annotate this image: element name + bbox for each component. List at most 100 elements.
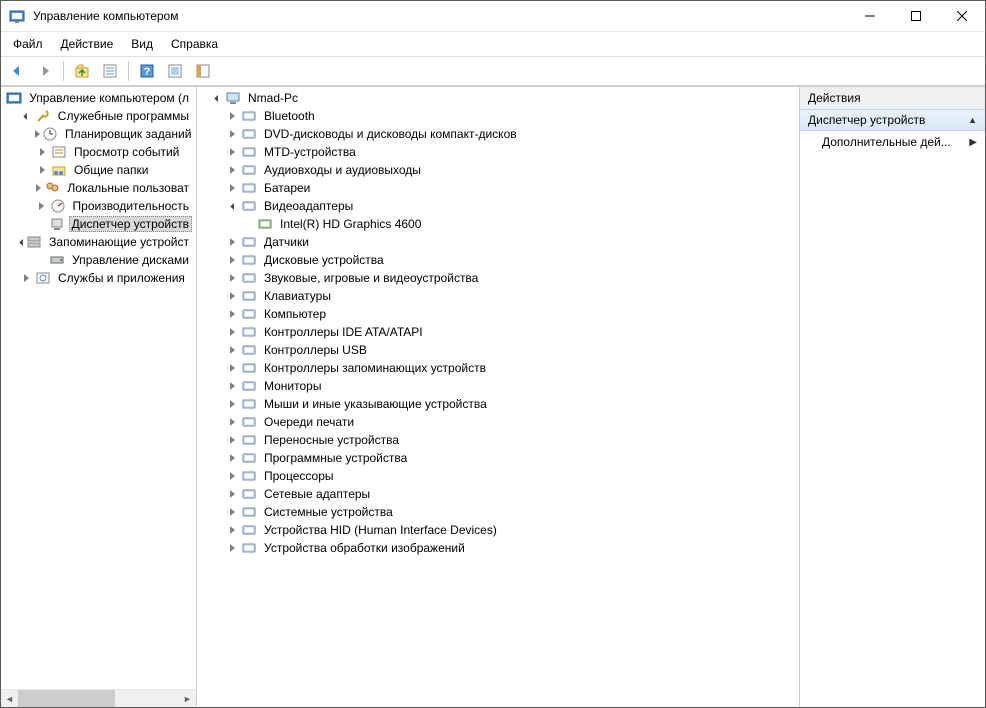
device-category[interactable]: Очереди печати [209, 413, 799, 431]
tree-system-tools[interactable]: Служебные программы [3, 107, 196, 125]
twisty-icon[interactable] [225, 109, 239, 123]
device-category[interactable]: Мониторы [209, 377, 799, 395]
device-category[interactable]: Программные устройства [209, 449, 799, 467]
twisty-icon[interactable] [19, 109, 33, 123]
twisty-icon[interactable] [225, 361, 239, 375]
scroll-right-button[interactable]: ► [179, 690, 196, 707]
device-category[interactable]: Клавиатуры [209, 287, 799, 305]
nav-tree[interactable]: Управление компьютером (л Служебные прог… [1, 87, 196, 689]
tree-services[interactable]: Службы и приложения [3, 269, 196, 287]
device-category[interactable]: MTD-устройства [209, 143, 799, 161]
scrollbar-horizontal[interactable]: ◄ ► [1, 689, 196, 707]
show-hide-button[interactable] [191, 59, 215, 83]
twisty-icon[interactable] [225, 253, 239, 267]
tree-device-manager[interactable]: Диспетчер устройств [3, 215, 196, 233]
twisty-icon[interactable] [225, 487, 239, 501]
twisty-icon[interactable] [225, 415, 239, 429]
scroll-track[interactable] [18, 690, 179, 707]
tree-performance[interactable]: Производительность [3, 197, 196, 215]
twisty-icon[interactable] [225, 469, 239, 483]
forward-button[interactable] [33, 59, 57, 83]
twisty-icon[interactable] [225, 199, 239, 213]
scroll-thumb[interactable] [18, 690, 115, 707]
twisty-icon[interactable] [225, 289, 239, 303]
device-category[interactable]: Звуковые, игровые и видеоустройства [209, 269, 799, 287]
device-item[interactable]: Intel(R) HD Graphics 4600 [209, 215, 799, 233]
twisty-icon[interactable] [225, 325, 239, 339]
tree-shared-folders[interactable]: Общие папки [3, 161, 196, 179]
twisty-icon[interactable] [35, 199, 48, 213]
minimize-button[interactable] [847, 1, 893, 31]
device-category[interactable]: Bluetooth [209, 107, 799, 125]
twisty-icon[interactable] [225, 271, 239, 285]
up-button[interactable] [70, 59, 94, 83]
device-icon [257, 216, 273, 232]
tree-task-scheduler[interactable]: Планировщик заданий [3, 125, 196, 143]
twisty-icon[interactable] [209, 91, 223, 105]
twisty-icon[interactable] [225, 397, 239, 411]
device-label: Мыши и иные указывающие устройства [261, 396, 490, 412]
body: Управление компьютером (л Служебные прог… [1, 86, 985, 707]
tree-root[interactable]: Управление компьютером (л [3, 89, 196, 107]
tree-event-viewer[interactable]: Просмотр событий [3, 143, 196, 161]
tree-disk-mgmt[interactable]: Управление дисками [3, 251, 196, 269]
device-category[interactable]: Системные устройства [209, 503, 799, 521]
twisty-icon[interactable] [225, 127, 239, 141]
device-category[interactable]: Устройства HID (Human Interface Devices) [209, 521, 799, 539]
close-button[interactable] [939, 1, 985, 31]
device-category[interactable]: Устройства обработки изображений [209, 539, 799, 557]
menu-action[interactable]: Действие [53, 35, 122, 53]
actions-more[interactable]: Дополнительные дей... ▶ [800, 131, 985, 153]
menu-help[interactable]: Справка [163, 35, 226, 53]
tree-local-users[interactable]: Локальные пользоват [3, 179, 196, 197]
twisty-icon[interactable] [19, 235, 24, 249]
twisty-icon[interactable] [225, 379, 239, 393]
twisty-icon[interactable] [225, 433, 239, 447]
scroll-left-button[interactable]: ◄ [1, 690, 18, 707]
tree-label: Управление дисками [69, 252, 192, 268]
device-label: Датчики [261, 234, 312, 250]
help-button[interactable]: ? [135, 59, 159, 83]
menu-view[interactable]: Вид [123, 35, 161, 53]
twisty-icon[interactable] [19, 271, 33, 285]
properties-button[interactable] [98, 59, 122, 83]
maximize-button[interactable] [893, 1, 939, 31]
twisty-icon[interactable] [225, 523, 239, 537]
menu-file[interactable]: Файл [5, 35, 51, 53]
twisty-icon[interactable] [35, 127, 40, 141]
device-tree[interactable]: Nmad-PcBluetoothDVD-дисководы и дисковод… [197, 87, 799, 707]
device-category[interactable]: Сетевые адаптеры [209, 485, 799, 503]
refresh-button[interactable] [163, 59, 187, 83]
tree-storage[interactable]: Запоминающие устройст [3, 233, 196, 251]
device-category[interactable]: Видеоадаптеры [209, 197, 799, 215]
device-category[interactable]: Переносные устройства [209, 431, 799, 449]
twisty-icon[interactable] [225, 451, 239, 465]
device-category[interactable]: Дисковые устройства [209, 251, 799, 269]
twisty-icon[interactable] [225, 541, 239, 555]
device-category[interactable]: Контроллеры USB [209, 341, 799, 359]
device-category[interactable]: Аудиовходы и аудиовыходы [209, 161, 799, 179]
device-category[interactable]: Компьютер [209, 305, 799, 323]
device-category[interactable]: Батареи [209, 179, 799, 197]
device-category[interactable]: Контроллеры IDE ATA/ATAPI [209, 323, 799, 341]
device-category[interactable]: Датчики [209, 233, 799, 251]
device-category[interactable]: Контроллеры запоминающих устройств [209, 359, 799, 377]
actions-section[interactable]: Диспетчер устройств ▲ [800, 110, 985, 131]
twisty-icon[interactable] [225, 145, 239, 159]
device-label: MTD-устройства [261, 144, 359, 160]
device-category[interactable]: Процессоры [209, 467, 799, 485]
twisty-icon[interactable] [225, 163, 239, 177]
device-category[interactable]: DVD-дисководы и дисководы компакт-дисков [209, 125, 799, 143]
twisty-icon[interactable] [35, 163, 49, 177]
twisty-icon[interactable] [35, 181, 42, 195]
back-button[interactable] [5, 59, 29, 83]
twisty-icon[interactable] [35, 145, 49, 159]
twisty-icon[interactable] [225, 307, 239, 321]
window-title: Управление компьютером [31, 9, 847, 23]
twisty-icon[interactable] [225, 235, 239, 249]
twisty-icon[interactable] [225, 343, 239, 357]
twisty-icon[interactable] [225, 181, 239, 195]
device-root[interactable]: Nmad-Pc [209, 89, 799, 107]
twisty-icon[interactable] [225, 505, 239, 519]
device-category[interactable]: Мыши и иные указывающие устройства [209, 395, 799, 413]
